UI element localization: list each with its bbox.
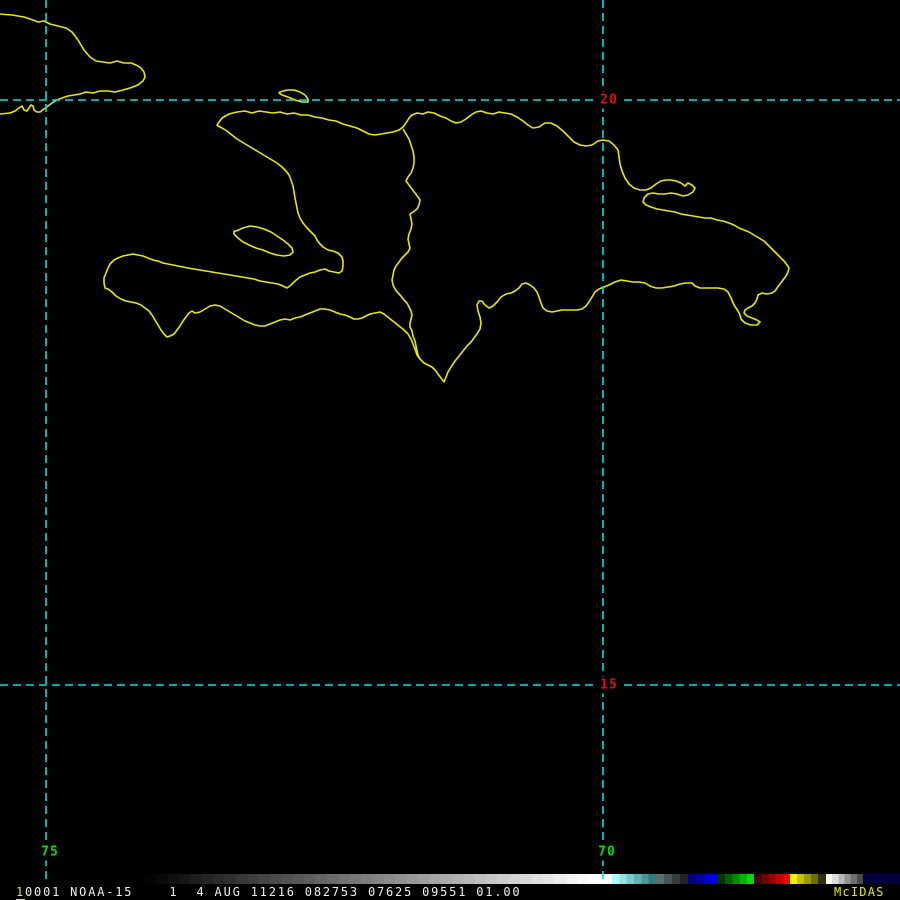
latitude-label-15: 15 — [596, 676, 622, 694]
longitude-label-75: 75 — [37, 843, 63, 861]
coastline-overlay — [0, 13, 790, 383]
frame-number-cursor[interactable]: 1 — [16, 885, 26, 900]
gonave-island — [233, 225, 294, 257]
longitude-label-70: 70 — [594, 843, 620, 861]
hispaniola-coastline — [103, 110, 790, 383]
latlon-grid-overlay — [0, 0, 900, 884]
satellite-map-canvas[interactable] — [0, 0, 900, 900]
mcidas-brand-label: McIDAS — [834, 885, 885, 899]
frame-annotation: 0001 NOAA-15 1 4 AUG 11216 082753 07625 … — [25, 885, 522, 899]
mcidas-display-window: 20 15 75 70 10001 NOAA-15 1 4 AUG 11216 082… — [0, 0, 900, 900]
frame-status-text: 10001 NOAA-15 1 4 AUG 11216 082753 07625… — [16, 885, 522, 900]
cuba-coastline — [0, 13, 146, 115]
latitude-label-20: 20 — [596, 91, 622, 109]
